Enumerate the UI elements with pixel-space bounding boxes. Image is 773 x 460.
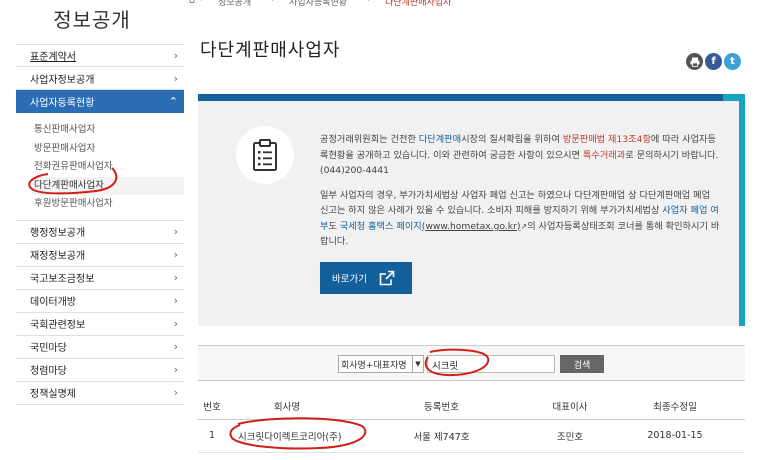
info-box: 공정거래위원회는 건전한 다단계판매시장의 질서확립을 위하여 방문판매법 제1… xyxy=(198,94,745,326)
chevron-right-icon: › xyxy=(173,248,178,261)
cell-ceo: 조민호 xyxy=(535,419,605,453)
sidebar-item-label: 행정정보공개 xyxy=(30,228,86,239)
info-text: 공정거래위원회는 건전한 다단계판매시장의 질서확립을 위하여 방문판매법 제1… xyxy=(320,132,720,259)
sidebar-item-label: 데이터개방 xyxy=(30,297,76,308)
info-paragraph-1: 공정거래위원회는 건전한 다단계판매시장의 질서확립을 위하여 방문판매법 제1… xyxy=(320,132,720,179)
facebook-icon[interactable]: f xyxy=(705,53,722,70)
table-row[interactable]: 1 시크릿다이렉트코리아(주) 서울 제747호 조민호 2018-01-15 xyxy=(198,419,745,453)
table-header-modified: 최종수정일 xyxy=(605,393,745,420)
result-table: 번호 회사명 등록번호 대표이사 최종수정일 1 시크릿다이렉트코리아(주) 서… xyxy=(198,393,745,453)
sidebar-item-finance-info[interactable]: 재정정보공개 › xyxy=(16,244,184,267)
sidebar-menu: 표준계약서 › 사업자정보공개 › 사업자등록현황 ⌃ 통신판매사업자 방문판매… xyxy=(16,44,184,405)
chevron-right-icon: › xyxy=(173,386,178,399)
chevron-right-icon: › xyxy=(173,317,178,330)
breadcrumb-item[interactable]: 사업자등록현황 xyxy=(271,0,367,8)
sidebar-submenu: 통신판매사업자 방문판매사업자 전화권유판매사업자 다단계판매사업자 후원방문판… xyxy=(16,113,184,221)
submenu-item-telemarketing-sales[interactable]: 전화권유판매사업자 xyxy=(34,158,184,177)
info-link-department[interactable]: 특수거래과 xyxy=(583,150,625,161)
submenu-item-door-to-door-sales[interactable]: 방문판매사업자 xyxy=(34,140,184,159)
sidebar-item-label: 국민마당 xyxy=(30,343,67,354)
sidebar-item-integrity[interactable]: 청렴마당 › xyxy=(16,359,184,382)
twitter-icon[interactable]: t xyxy=(724,53,741,70)
sidebar-item-label: 표준계약서 xyxy=(30,52,76,63)
table-header-reg-no: 등록번호 xyxy=(348,393,535,420)
share-icons: f t xyxy=(686,53,741,70)
submenu-item-multilevel-sales[interactable]: 다단계판매사업자 xyxy=(32,176,184,195)
go-button[interactable]: 바로가기 xyxy=(320,262,412,294)
sidebar-item-standard-contract[interactable]: 표준계약서 › xyxy=(16,44,184,67)
submenu-item-sponsored-visit-sales[interactable]: 후원방문판매사업자 xyxy=(34,195,184,214)
page-title: 다단계판매사업자 xyxy=(200,40,341,61)
table-header-ceo: 대표이사 xyxy=(535,393,605,420)
cell-no: 1 xyxy=(198,419,226,453)
info-text-segment: 시장의 질서확립을 위하여 xyxy=(461,134,563,145)
search-input[interactable]: 시크릿 xyxy=(427,355,555,373)
chevron-right-icon: › xyxy=(173,49,178,62)
sidebar: 정보공개 표준계약서 › 사업자정보공개 › 사업자등록현황 ⌃ 통신판매사업자… xyxy=(0,0,184,460)
sidebar-item-open-data[interactable]: 데이터개방 › xyxy=(16,290,184,313)
info-text-segment: 도 xyxy=(328,220,340,232)
breadcrumb-item-current[interactable]: 다단계판매사업자 xyxy=(367,0,471,8)
chevron-right-icon: › xyxy=(173,294,178,307)
table-header-company: 회사명 xyxy=(226,393,348,420)
sidebar-item-label: 정책실명제 xyxy=(30,389,76,400)
search-button[interactable]: 검색 xyxy=(560,355,604,373)
breadcrumb-item[interactable]: 정보공개 xyxy=(200,0,271,8)
sidebar-title: 정보공개 xyxy=(53,8,131,32)
sidebar-item-label: 사업자정보공개 xyxy=(30,74,95,86)
breadcrumb: ⌂ 정보공개 사업자등록현황 다단계판매사업자 xyxy=(184,0,773,10)
sidebar-item-admin-info[interactable]: 행정정보공개 › xyxy=(16,221,184,244)
sidebar-item-label: 재정정보공개 xyxy=(30,251,86,262)
external-link-icon xyxy=(379,270,395,286)
cell-company-name[interactable]: 시크릿다이렉트코리아(주) xyxy=(226,419,348,453)
cell-reg-no: 서울 제747호 xyxy=(348,419,535,453)
info-link-multilevel[interactable]: 다단계판매 xyxy=(419,134,461,145)
info-paragraph-2: 일부 사업자의 경우, 부가가치세법상 사업자 폐업 신고는 하였으나 다단계판… xyxy=(320,188,720,250)
print-icon[interactable] xyxy=(686,53,703,70)
sidebar-item-assembly-info[interactable]: 국회관련정보 › xyxy=(16,313,184,336)
chevron-right-icon: › xyxy=(173,225,178,238)
info-text-segment: 일부 사업자의 경우, 부가가치세법상 사업자 폐업 신고는 하였으나 다단계판… xyxy=(320,189,711,217)
submenu-item-telecom-sales[interactable]: 통신판매사업자 xyxy=(34,121,184,140)
chevron-right-icon: › xyxy=(173,340,178,353)
sidebar-item-business-info[interactable]: 사업자정보공개 › xyxy=(16,67,184,90)
info-box-top-bar xyxy=(198,94,745,101)
table-header-row: 번호 회사명 등록번호 대표이사 최종수정일 xyxy=(198,393,745,420)
sidebar-item-label: 국회관련정보 xyxy=(30,320,86,331)
info-link-law[interactable]: 방문판매법 제13조4항 xyxy=(563,134,651,145)
home-icon[interactable]: ⌂ xyxy=(184,0,200,6)
search-type-value: 회사명+대표자명 xyxy=(341,360,407,371)
table-header-no: 번호 xyxy=(198,393,226,420)
sidebar-item-policy-name[interactable]: 정책실명제 › xyxy=(16,382,184,405)
chevron-right-icon: › xyxy=(173,271,178,284)
chevron-right-icon: › xyxy=(173,363,178,376)
chevron-up-icon: ⌃ xyxy=(168,95,178,108)
sidebar-item-registration-status[interactable]: 사업자등록현황 ⌃ xyxy=(16,90,184,113)
hometax-url[interactable]: (www.hometax.go.kr) xyxy=(422,221,521,232)
search-type-select[interactable]: 회사명+대표자명 ▼ xyxy=(338,355,424,373)
sidebar-item-citizen[interactable]: 국민마당 › xyxy=(16,336,184,359)
sidebar-item-label: 국고보조금정보 xyxy=(30,274,95,285)
sidebar-item-subsidy-info[interactable]: 국고보조금정보 › xyxy=(16,267,184,290)
go-button-label: 바로가기 xyxy=(332,274,367,285)
cell-modified-date: 2018-01-15 xyxy=(605,419,745,453)
info-link-hometax[interactable]: 국세청 홈택스 페이지 xyxy=(340,221,422,232)
sidebar-item-label: 청렴마당 xyxy=(30,366,67,377)
info-text-segment: 공정거래위원회는 건전한 xyxy=(320,134,419,145)
chevron-down-icon: ▼ xyxy=(412,356,423,372)
chevron-right-icon: › xyxy=(173,71,178,85)
search-bar: 회사명+대표자명 ▼ 시크릿 검색 xyxy=(198,345,745,381)
clipboard-icon xyxy=(236,126,294,184)
sidebar-item-label: 사업자등록현황 xyxy=(30,98,95,109)
info-box-side-accent xyxy=(739,94,745,326)
